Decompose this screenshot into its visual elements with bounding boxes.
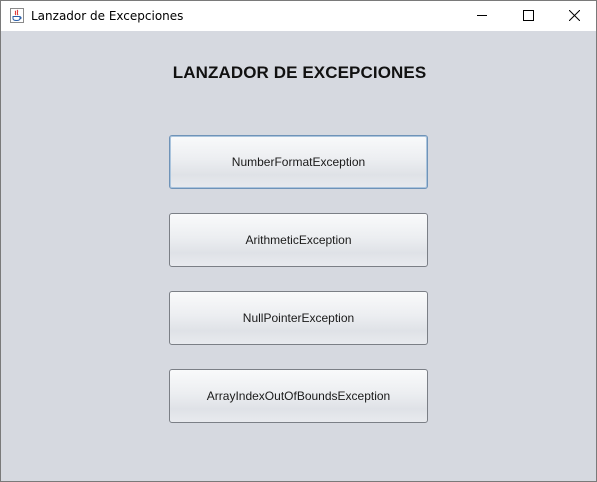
close-icon <box>569 10 580 21</box>
arithmetic-exception-button[interactable]: ArithmeticException <box>169 213 428 267</box>
null-pointer-exception-button[interactable]: NullPointerException <box>169 291 428 345</box>
maximize-icon <box>523 10 534 21</box>
minimize-icon <box>477 15 487 16</box>
content-panel: LANZADOR DE EXCEPCIONES NumberFormatExce… <box>1 31 596 481</box>
page-heading: LANZADOR DE EXCEPCIONES <box>172 63 427 82</box>
app-window: Lanzador de Excepciones LANZADOR DE EXCE… <box>0 0 597 482</box>
array-index-out-of-bounds-exception-button[interactable]: ArrayIndexOutOfBoundsException <box>169 369 428 423</box>
minimize-button[interactable] <box>459 1 505 31</box>
window-title: Lanzador de Excepciones <box>31 9 184 23</box>
close-button[interactable] <box>551 1 597 31</box>
maximize-button[interactable] <box>505 1 551 31</box>
java-app-icon <box>10 8 24 23</box>
title-bar[interactable]: Lanzador de Excepciones <box>1 1 596 31</box>
number-format-exception-button[interactable]: NumberFormatException <box>169 135 428 189</box>
